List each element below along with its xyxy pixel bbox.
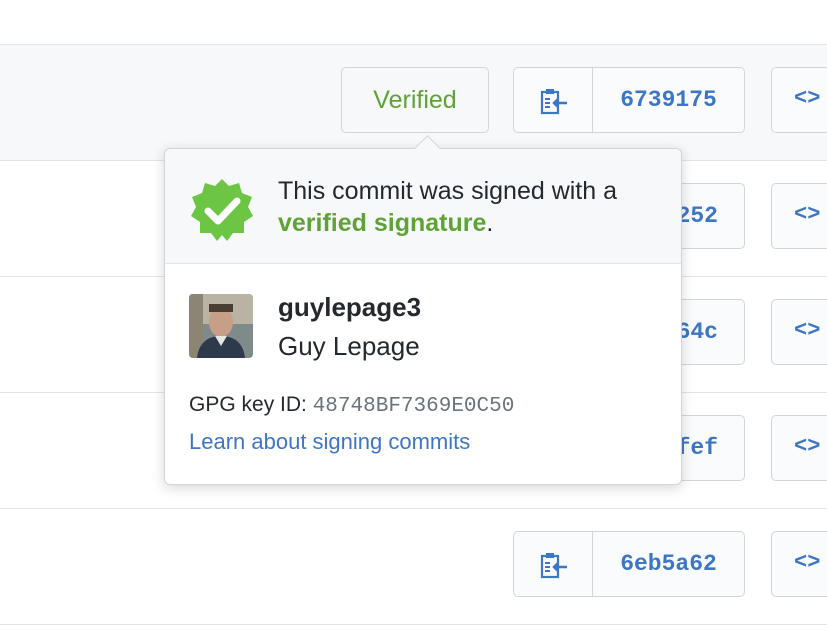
commit-sha-link[interactable]: 6739175 [592,67,745,133]
signature-popover: This commit was signed with a verified s… [164,135,682,485]
gpg-key-line: GPG key ID: 48748BF7369E0C50 [189,393,514,418]
copy-sha-button[interactable] [513,67,593,133]
commit-list-page: Verified 6739175 <> 252 <> 64c <> fef <> [0,0,827,632]
signature-message: This commit was signed with a verified s… [278,175,668,239]
learn-signing-link[interactable]: Learn about signing commits [189,429,470,455]
verified-signature-text: verified signature [278,209,487,237]
signature-message-suffix: . [486,209,494,237]
code-icon: <> [794,434,821,459]
signer-username[interactable]: guylepage3 [278,292,421,323]
commit-sha-link[interactable]: 6eb5a62 [592,531,745,597]
code-icon: <> [794,202,821,227]
signature-message-prefix: This commit was signed with a [278,177,618,205]
copy-sha-button[interactable] [513,531,593,597]
clipboard-icon [540,89,567,115]
browse-code-button[interactable]: <> [771,183,827,249]
signer-full-name: Guy Lepage [278,331,420,361]
browse-code-button[interactable]: <> [771,299,827,365]
gpg-key-label: GPG key ID: [189,393,307,416]
browse-code-button[interactable]: <> [771,531,827,597]
clipboard-icon [540,553,567,579]
code-icon: <> [794,318,821,343]
gpg-key-id: 48748BF7369E0C50 [312,395,515,418]
browse-code-button[interactable]: <> [771,415,827,481]
commit-row-6 [0,624,827,632]
popover-header: This commit was signed with a verified s… [165,135,681,264]
avatar[interactable] [189,294,253,358]
code-icon: <> [794,86,821,111]
browse-code-button[interactable]: <> [771,67,827,133]
code-icon: <> [794,550,821,575]
verified-badge-button[interactable]: Verified [341,67,489,133]
verified-badge-icon [191,179,253,241]
